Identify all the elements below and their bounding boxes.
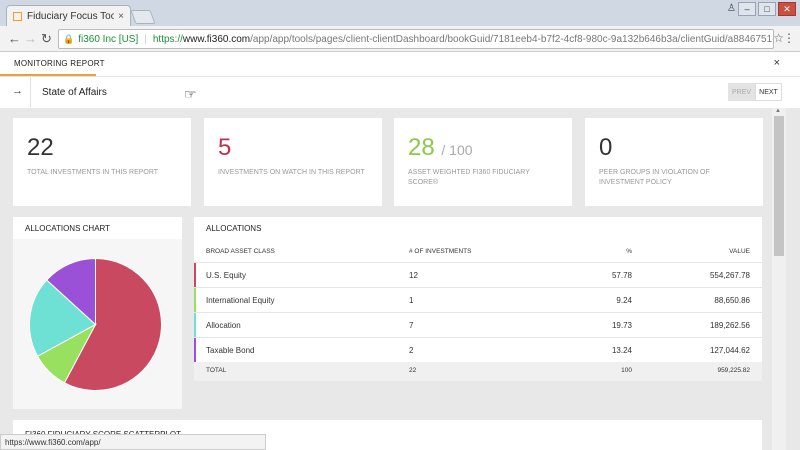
hand-cursor-icon: ☞: [184, 86, 197, 102]
column-header-percent: %: [626, 248, 632, 255]
row-count: 12: [409, 271, 418, 280]
allocations-chart-title: ALLOCATIONS CHART: [25, 224, 111, 233]
stat-suffix: / 100: [441, 142, 473, 158]
row-percent: 19.73: [611, 321, 632, 330]
total-percent: 100: [621, 367, 632, 374]
address-bar: ← → ↻ 🔒 fi360 Inc [US] | https:// www.fi…: [0, 26, 800, 52]
row-asset-class: U.S. Equity: [206, 271, 247, 280]
status-bar-url: https://www.fi360.com/app/: [0, 434, 266, 450]
row-count: 2: [409, 346, 414, 355]
stat-card-on-watch: 5 INVESTMENTS ON WATCH IN THIS REPORT: [204, 118, 382, 206]
page-scrollbar[interactable]: ▲: [772, 108, 786, 450]
column-header-count: # OF INVESTMENTS: [409, 248, 472, 255]
browser-tab-bar: Fiduciary Focus Toolkit × ♙ – □ ✕: [0, 0, 800, 26]
forward-icon[interactable]: →: [24, 31, 37, 46]
scrollbar-thumb[interactable]: [774, 116, 784, 256]
minimize-icon[interactable]: –: [738, 2, 756, 16]
allocations-table-card: ALLOCATIONS BROAD ASSET CLASS # OF INVES…: [194, 217, 762, 381]
row-color-bar: [194, 313, 196, 337]
tab-monitoring-report[interactable]: MONITORING REPORT: [14, 59, 105, 68]
window-controls: – □ ✕: [738, 2, 796, 16]
row-value: 554,267.78: [709, 271, 750, 280]
stat-label: ASSET WEIGHTED FI360 FIDUCIARY SCORE®: [408, 169, 530, 186]
table-total-row: TOTAL 22 100 959,225.82: [194, 362, 762, 381]
url-host: www.fi360.com: [182, 33, 251, 45]
row-color-bar: [194, 288, 196, 312]
stat-card-peer-groups: 0 PEER GROUPS IN VIOLATION OF INVESTMENT…: [585, 118, 763, 206]
row-color-bar: [194, 338, 196, 362]
stat-value: 5: [218, 134, 232, 161]
column-header-asset-class: BROAD ASSET CLASS: [206, 248, 275, 255]
prev-button[interactable]: PREV: [728, 83, 755, 101]
report-close-icon[interactable]: ×: [774, 57, 780, 69]
url-path: /app/app/tools/pages/client-clientDashbo…: [250, 33, 774, 45]
allocations-pie-chart: [29, 257, 162, 391]
row-percent: 57.78: [611, 271, 632, 280]
table-row: U.S. Equity 12 57.78 554,267.78: [194, 262, 762, 287]
allocations-chart-card: ALLOCATIONS CHART: [13, 217, 182, 409]
stat-label: INVESTMENTS ON WATCH IN THIS REPORT: [218, 169, 365, 176]
row-value: 127,044.62: [709, 346, 750, 355]
tab-title: Fiduciary Focus Toolkit: [27, 10, 115, 22]
allocations-title: ALLOCATIONS: [206, 224, 262, 233]
row-value: 88,650.86: [714, 296, 750, 305]
section-title: State of Affairs: [42, 87, 107, 98]
browser-tab[interactable]: Fiduciary Focus Toolkit ×: [6, 5, 131, 26]
row-value: 189,262.56: [709, 321, 750, 330]
stat-card-total-investments: 22 TOTAL INVESTMENTS IN THIS REPORT: [13, 118, 191, 206]
stat-value: 22: [27, 134, 54, 161]
next-button[interactable]: NEXT: [755, 83, 782, 101]
table-row: Taxable Bond 2 13.24 127,044.62: [194, 337, 762, 362]
report-header: MONITORING REPORT ×: [0, 52, 800, 76]
site-identity: fi360 Inc [US]: [78, 33, 139, 45]
url-input[interactable]: 🔒 fi360 Inc [US] | https:// www.fi360.co…: [58, 29, 774, 49]
row-asset-class: Allocation: [206, 321, 241, 330]
url-separator: |: [144, 33, 147, 45]
divider: [30, 77, 31, 107]
stat-label: PEER GROUPS IN VIOLATION OF INVESTMENT P…: [599, 169, 710, 186]
browser-menu-icon[interactable]: ⋮: [783, 31, 795, 45]
back-icon[interactable]: ←: [8, 31, 21, 46]
new-tab-button[interactable]: [130, 10, 156, 24]
row-percent: 9.24: [616, 296, 632, 305]
column-header-value: VALUE: [729, 248, 750, 255]
maximize-icon[interactable]: □: [758, 2, 776, 16]
user-icon[interactable]: ♙: [727, 3, 736, 14]
stat-card-fiduciary-score: 28 / 100 ASSET WEIGHTED FI360 FIDUCIARY …: [394, 118, 572, 206]
total-label: TOTAL: [206, 367, 227, 374]
favicon-icon: [13, 11, 22, 21]
section-nav-bar: → State of Affairs ☞ PREV NEXT: [0, 76, 800, 108]
stat-label: TOTAL INVESTMENTS IN THIS REPORT: [27, 169, 159, 176]
reload-icon[interactable]: ↻: [41, 31, 52, 47]
row-asset-class: Taxable Bond: [206, 346, 255, 355]
arrow-right-icon[interactable]: →: [12, 85, 23, 97]
row-color-bar: [194, 263, 196, 287]
stat-value: 0: [599, 134, 613, 161]
tab-close-icon[interactable]: ×: [118, 11, 124, 22]
scroll-up-icon[interactable]: ▲: [775, 108, 781, 114]
total-count: 22: [409, 367, 417, 374]
window-close-icon[interactable]: ✕: [778, 2, 796, 16]
row-count: 1: [409, 296, 414, 305]
row-count: 7: [409, 321, 414, 330]
stat-value: 28 / 100: [408, 134, 473, 161]
total-value: 959,225.82: [717, 367, 750, 374]
table-row: Allocation 7 19.73 189,262.56: [194, 312, 762, 337]
table-row: International Equity 1 9.24 88,650.86: [194, 287, 762, 312]
row-asset-class: International Equity: [206, 296, 275, 305]
url-protocol: https://: [152, 33, 183, 45]
app-page: MONITORING REPORT × → State of Affairs ☞…: [0, 52, 800, 450]
row-percent: 13.24: [611, 346, 632, 355]
lock-icon: 🔒: [63, 33, 75, 44]
